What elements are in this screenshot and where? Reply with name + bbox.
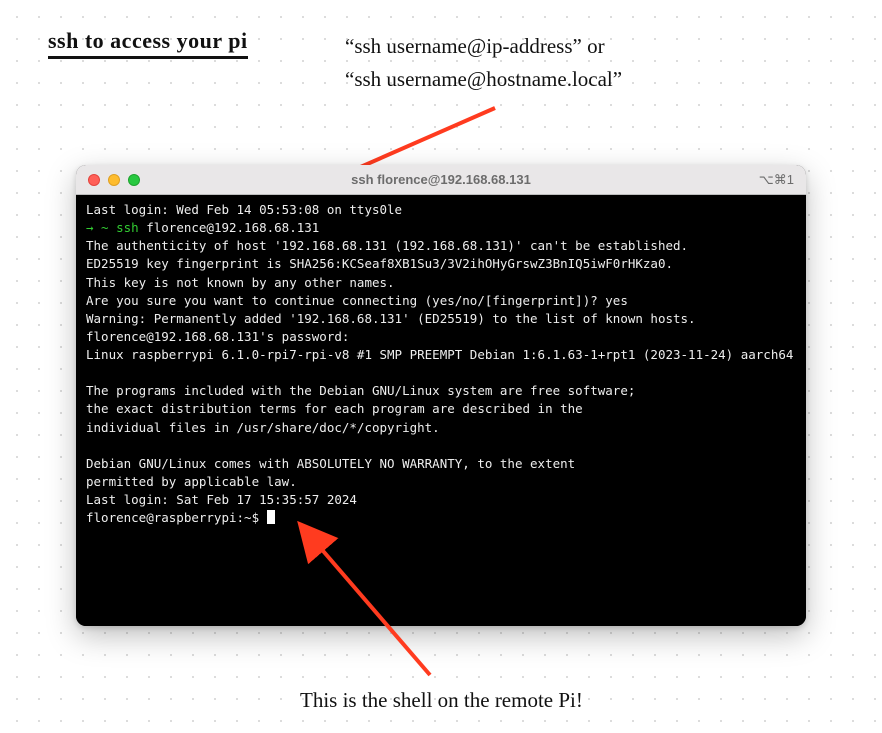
page-title: ssh to access your pi [48, 28, 248, 59]
prompt-arrow-icon: → [86, 220, 94, 235]
line-motd: The programs included with the Debian GN… [86, 383, 635, 398]
annotation-remote-shell: This is the shell on the remote Pi! [300, 688, 583, 713]
line-fingerprint: ED25519 key fingerprint is SHA256:KCSeaf… [86, 256, 673, 271]
line-warning-added: Warning: Permanently added '192.168.68.1… [86, 311, 696, 326]
line-password-prompt: florence@192.168.68.131's password: [86, 329, 349, 344]
ssh-command: ssh [116, 220, 146, 235]
line-motd: permitted by applicable law. [86, 474, 297, 489]
line-key-unknown: This key is not known by any other names… [86, 275, 395, 290]
window-shortcut: ⌥⌘1 [759, 172, 794, 188]
window-title: ssh florence@192.168.68.131 [76, 172, 806, 187]
terminal-window: ssh florence@192.168.68.131 ⌥⌘1 Last log… [76, 165, 806, 626]
line-authenticity: The authenticity of host '192.168.68.131… [86, 238, 688, 253]
line-confirm-prompt: Are you sure you want to continue connec… [86, 293, 628, 308]
remote-shell-prompt: florence@raspberrypi:~$ [86, 510, 267, 525]
annotation-line: “ssh username@hostname.local” [345, 63, 622, 96]
line-last-login-remote: Last login: Sat Feb 17 15:35:57 2024 [86, 492, 357, 507]
titlebar: ssh florence@192.168.68.131 ⌥⌘1 [76, 165, 806, 195]
line-last-login-local: Last login: Wed Feb 14 05:53:08 on ttys0… [86, 202, 402, 217]
annotation-line: “ssh username@ip-address” or [345, 30, 622, 63]
annotation-ssh-syntax: “ssh username@ip-address” or “ssh userna… [345, 30, 622, 95]
line-motd: Debian GNU/Linux comes with ABSOLUTELY N… [86, 456, 575, 471]
terminal-output[interactable]: Last login: Wed Feb 14 05:53:08 on ttys0… [76, 195, 806, 626]
line-motd: the exact distribution terms for each pr… [86, 401, 583, 416]
ssh-target-host: florence@192.168.68.131 [146, 220, 319, 235]
line-motd: individual files in /usr/share/doc/*/cop… [86, 420, 440, 435]
line-linux-banner: Linux raspberrypi 6.1.0-rpi7-rpi-v8 #1 S… [86, 347, 793, 362]
cursor-icon [267, 510, 275, 524]
prompt-tilde: ~ [94, 220, 117, 235]
